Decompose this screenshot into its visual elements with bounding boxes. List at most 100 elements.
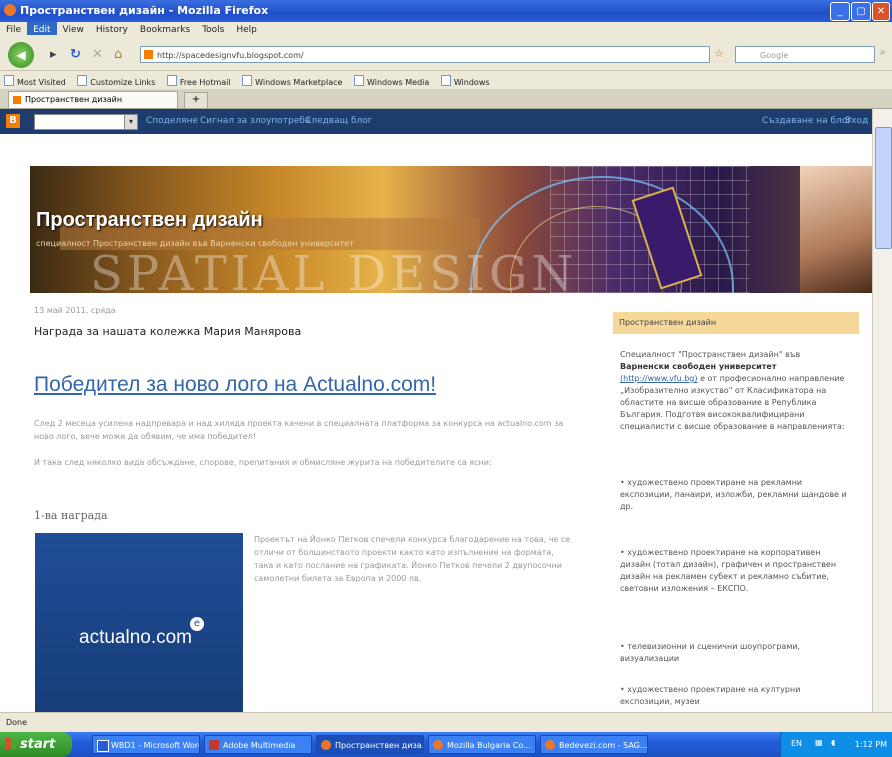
bookmark-most-visited[interactable]: Most Visited: [0, 71, 71, 87]
banner-watermark: SPATIAL DESIGN: [90, 246, 578, 293]
start-label: start: [20, 737, 56, 752]
sidebar-list-item: • телевизионни и сценични шоупрограми, в…: [620, 642, 801, 663]
firefox-icon: [4, 4, 16, 16]
award-description: Проектът на Йонко Петков спечели конкурс…: [254, 535, 571, 583]
tab-bar: Пространствен дизайн +: [0, 89, 892, 109]
navbar-link-sign-in[interactable]: Вход: [845, 116, 868, 126]
sidebar-heading: Пространствен дизайн: [613, 312, 859, 334]
reload-icon[interactable]: ↻: [70, 47, 81, 62]
blog-title: Пространствен дизайн: [36, 209, 263, 231]
bookmark-icon: [440, 75, 451, 86]
firefox-icon: [545, 740, 555, 750]
search-icon[interactable]: ⌕: [880, 47, 886, 58]
sidebar-list-item: • художествено проектиране на рекламни е…: [620, 478, 847, 511]
navbar-link-share[interactable]: Споделяне: [146, 116, 198, 126]
menu-bookmarks[interactable]: Bookmarks: [134, 22, 196, 35]
blogger-icon[interactable]: B: [6, 114, 20, 128]
bookmark-windows-marketplace[interactable]: Windows Marketplace: [238, 71, 347, 87]
menu-file[interactable]: File: [0, 22, 27, 35]
actualno-logo-image[interactable]: actualno.com e: [35, 533, 243, 712]
tab-active[interactable]: Пространствен дизайн: [8, 91, 178, 108]
bookmark-star-icon[interactable]: ☆: [714, 47, 724, 60]
bookmark-icon: [4, 75, 14, 86]
post-paragraph: И така след няколко вида обсъждане, спор…: [34, 458, 492, 467]
new-tab-button[interactable]: +: [184, 92, 208, 109]
menu-edit[interactable]: Edit: [27, 22, 57, 35]
back-icon[interactable]: ◀: [8, 42, 34, 68]
close-button[interactable]: ✕: [872, 2, 890, 21]
taskbar-item[interactable]: Adobe Multimedia: [204, 735, 312, 754]
bookmark-label: Free Hotmail: [179, 78, 231, 87]
page-content: B ▾ Споделяне Сигнал за злоупотреба След…: [0, 109, 872, 712]
bookmarks-toolbar: Most Visited Customize Links Free Hotmai…: [0, 71, 892, 89]
window-titlebar: Пространствен дизайн - Mozilla Firefox _…: [0, 0, 892, 22]
taskbar-item-label: Adobe Multimedia: [223, 741, 296, 750]
bookmark-free-hotmail[interactable]: Free Hotmail: [163, 71, 236, 87]
taskbar-item-label: Mozilla Bulgaria Co...: [447, 741, 531, 750]
taskbar-item-active[interactable]: Пространствен диза...: [316, 735, 424, 754]
post-headline-link[interactable]: Победител за ново лого на Actualno.com!: [34, 373, 436, 397]
vertical-scrollbar[interactable]: [872, 109, 892, 712]
bookmark-windows[interactable]: Windows: [437, 71, 495, 87]
clock[interactable]: 1:12 PM: [855, 740, 887, 749]
forward-icon[interactable]: ▸: [50, 47, 57, 62]
search-input[interactable]: Google: [735, 46, 875, 63]
bookmark-icon: [353, 75, 364, 86]
bookmark-windows-media[interactable]: Windows Media: [350, 71, 434, 87]
url-text: http://spacedesignvfu.blogspot.com/: [157, 51, 304, 60]
window-title: Пространствен дизайн - Mozilla Firefox: [20, 4, 269, 17]
bookmark-icon: [242, 75, 253, 86]
maximize-button[interactable]: ▢: [851, 2, 871, 21]
sidebar-university-name: Варненски свободен университет: [620, 362, 777, 371]
menu-tools[interactable]: Tools: [196, 22, 230, 35]
firefox-icon: [321, 740, 331, 750]
bookmark-customize-links[interactable]: Customize Links: [73, 71, 160, 87]
post-title[interactable]: Награда за нашата колежка Мария Манярова: [34, 325, 301, 338]
home-icon[interactable]: ⌂: [114, 47, 122, 62]
navbar-link-create-blog[interactable]: Създаване на блог: [762, 116, 852, 126]
menu-help[interactable]: Help: [230, 22, 263, 35]
bookmark-icon: [77, 75, 88, 86]
bookmark-label: Customize Links: [90, 78, 156, 87]
logo-mark-icon: e: [190, 617, 204, 631]
post-paragraph: След 2 месеца усилена надпревара и над х…: [34, 419, 564, 441]
blog-search-input[interactable]: [34, 114, 128, 130]
banner-portrait-image: [800, 166, 872, 293]
menu-history[interactable]: History: [90, 22, 134, 35]
tab-label: Пространствен дизайн: [25, 95, 123, 104]
taskbar-item-label: WBD1 - Microsoft Word: [111, 741, 200, 750]
minimize-button[interactable]: _: [830, 2, 850, 21]
navbar-link-report-abuse[interactable]: Сигнал за злоупотреба: [200, 116, 310, 126]
language-icon[interactable]: EN: [791, 739, 802, 748]
status-text: Done: [6, 718, 28, 727]
taskbar-item[interactable]: Mozilla Bulgaria Co...: [428, 735, 536, 754]
bookmark-label: Windows Media: [366, 78, 430, 87]
sidebar-intro: Специалност "Пространствен дизайн" във В…: [620, 349, 852, 433]
blog-description: специалност Пространствен дизайн във Вар…: [36, 239, 354, 248]
search-placeholder: Google: [760, 51, 789, 60]
navbar-link-next-blog[interactable]: Следващ блог: [305, 116, 373, 126]
status-bar: Done: [0, 712, 892, 733]
blog-search-button[interactable]: ▾: [124, 114, 138, 130]
start-flag-icon: [5, 738, 16, 749]
award-label: 1-ва награда: [34, 509, 108, 522]
bookmark-label: Windows: [453, 78, 490, 87]
word-icon: [97, 740, 109, 752]
taskbar-item[interactable]: WBD1 - Microsoft Word: [92, 735, 200, 754]
sidebar-university-link[interactable]: (http://www.vfu.bg): [620, 374, 698, 383]
sidebar-list-item: • художествено проектиране на корпоратив…: [620, 548, 837, 593]
windows-taskbar: start WBD1 - Microsoft Word Adobe Multim…: [0, 732, 892, 757]
start-button[interactable]: start: [0, 732, 72, 757]
network-icon[interactable]: ▦: [815, 738, 823, 747]
menu-view[interactable]: View: [57, 22, 90, 35]
firefox-icon: [433, 740, 443, 750]
blogger-navbar: B ▾ Споделяне Сигнал за злоупотреба След…: [0, 109, 872, 134]
scrollbar-thumb[interactable]: [875, 127, 892, 249]
header-banner[interactable]: SPATIAL DESIGN Пространствен дизайн спец…: [30, 166, 872, 293]
volume-icon[interactable]: ◖: [831, 738, 835, 747]
url-input[interactable]: http://spacedesignvfu.blogspot.com/: [140, 46, 710, 63]
media-icon: [209, 740, 219, 750]
bookmark-icon: [166, 75, 177, 86]
stop-icon[interactable]: ✕: [92, 47, 103, 62]
taskbar-item[interactable]: Bedevezi.com - SAG...: [540, 735, 648, 754]
